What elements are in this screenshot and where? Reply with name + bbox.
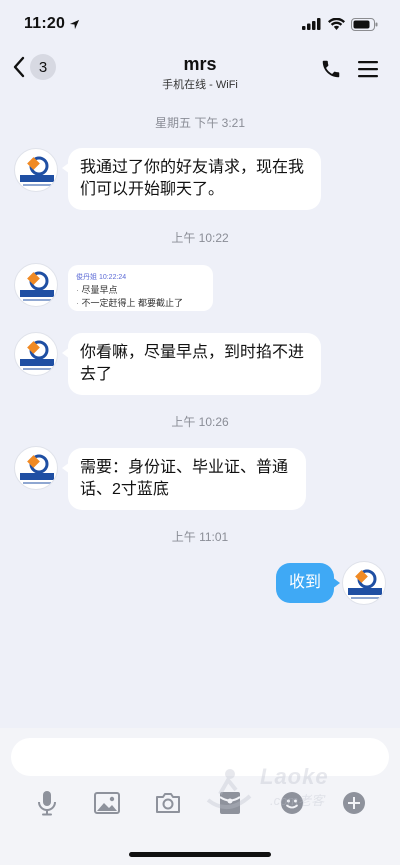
camera-icon xyxy=(156,793,180,813)
quote-line: 不一定赶得上 都要截止了 xyxy=(76,297,205,310)
more-button[interactable] xyxy=(339,788,369,818)
contact-avatar[interactable] xyxy=(14,332,58,376)
contact-avatar[interactable] xyxy=(14,148,58,192)
brand-logo-icon xyxy=(20,271,54,301)
plus-circle-icon xyxy=(343,792,365,814)
self-avatar[interactable] xyxy=(342,561,386,605)
chat-header: 3 mrs 手机在线 - WiFi xyxy=(0,48,400,96)
brand-logo-icon xyxy=(348,569,382,599)
emoji-button[interactable] xyxy=(277,788,307,818)
image-icon xyxy=(94,792,120,814)
phone-icon[interactable] xyxy=(320,58,342,80)
microphone-icon xyxy=(38,791,56,816)
brand-logo-icon xyxy=(20,454,54,484)
clock-text: 11:20 xyxy=(24,15,66,32)
composer xyxy=(0,728,400,865)
message-bubble-incoming[interactable]: 你看嘛，尽量早点，到时掐不进去了 xyxy=(62,333,321,395)
timestamp-divider: 星期五 下午 3:21 xyxy=(154,116,246,130)
quoted-message-image[interactable]: 俊丹姐 10:22:24 尽量早点 不一定赶得上 都要截止了 xyxy=(68,265,213,311)
quote-line: 尽量早点 xyxy=(76,284,205,297)
timestamp-divider: 上午 10:26 xyxy=(171,415,229,429)
location-arrow-icon xyxy=(69,19,80,29)
menu-icon[interactable] xyxy=(358,60,378,78)
timestamp-divider: 上午 10:22 xyxy=(171,231,229,245)
message-bubble-outgoing[interactable]: 收到 xyxy=(276,563,340,603)
status-icons xyxy=(302,17,378,31)
contact-avatar[interactable] xyxy=(14,446,58,490)
message-bubble-incoming[interactable]: 需要：身份证、毕业证、普通话、2寸蓝底 xyxy=(62,448,306,510)
signal-icon xyxy=(302,18,321,30)
message-input[interactable] xyxy=(11,738,389,776)
wifi-icon xyxy=(328,18,345,30)
camera-button[interactable] xyxy=(153,788,183,818)
timestamp-divider: 上午 11:01 xyxy=(171,530,229,544)
brand-logo-icon xyxy=(20,156,54,186)
brand-logo-icon xyxy=(20,340,54,370)
photo-button[interactable] xyxy=(92,788,122,818)
voice-button[interactable] xyxy=(32,788,62,818)
home-indicator[interactable] xyxy=(129,852,271,857)
red-packet-icon xyxy=(219,792,241,814)
red-packet-button[interactable] xyxy=(215,788,245,818)
quote-header: 俊丹姐 10:22:24 xyxy=(76,274,127,281)
status-time: 11:20 xyxy=(24,15,80,33)
status-bar: 11:20 xyxy=(0,0,400,48)
battery-icon xyxy=(351,17,378,31)
message-bubble-incoming[interactable]: 我通过了你的好友请求，现在我们可以开始聊天了。 xyxy=(62,148,321,210)
emoji-icon xyxy=(281,792,303,814)
contact-avatar[interactable] xyxy=(14,263,58,307)
